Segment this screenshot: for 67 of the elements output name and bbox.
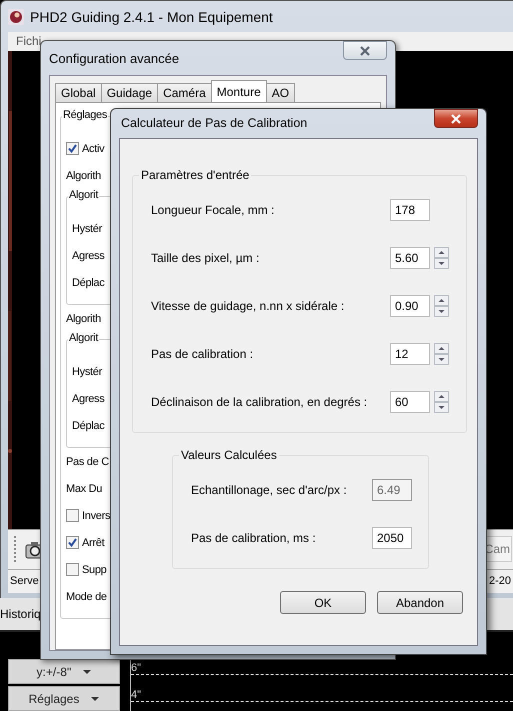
menu-item[interactable]: Fichi xyxy=(16,34,42,48)
input-field[interactable]: 60 xyxy=(390,391,430,413)
field-label: Algorith xyxy=(66,170,101,182)
input-field[interactable]: 12 xyxy=(390,343,430,365)
group-label: Valeurs Calculées xyxy=(179,448,279,462)
scale-dropdown[interactable]: y:+/-8'' xyxy=(8,659,120,684)
close-icon xyxy=(450,112,462,124)
checkbox[interactable] xyxy=(66,142,79,155)
checkbox-label: Arrêt xyxy=(82,536,104,548)
field-label: Longueur Focale, mm : xyxy=(151,203,276,217)
input-field[interactable]: 2050 xyxy=(372,527,412,549)
spinner-arrows-icon[interactable] xyxy=(434,391,449,413)
status-text: Serve xyxy=(10,575,39,588)
group-label: Algorit xyxy=(68,189,100,201)
checkbox[interactable] xyxy=(66,563,79,576)
field-label: Déclinaison de la calibration, en degrés : xyxy=(151,395,368,409)
spinner-arrows-icon[interactable] xyxy=(434,343,449,365)
field-label: Echantillonage, sec d'arc/px : xyxy=(191,483,348,497)
close-icon xyxy=(359,44,371,56)
checkbox-label: Invers xyxy=(82,510,110,522)
dialog-title: Calculateur de Pas de Calibration xyxy=(121,116,308,132)
app-icon xyxy=(8,8,24,25)
group-label: Algorit xyxy=(68,332,100,344)
window-title: PHD2 Guiding 2.4.1 - Mon Equipement xyxy=(30,8,273,25)
scale-dropdown[interactable]: Réglages xyxy=(8,686,120,711)
group-label: Réglages xyxy=(62,109,108,121)
checkbox[interactable] xyxy=(66,536,79,549)
axis-label: 4" xyxy=(131,689,142,701)
close-button[interactable] xyxy=(434,109,478,128)
field-label: Agress xyxy=(72,250,104,262)
input-field[interactable]: 0.90 xyxy=(390,295,430,317)
spinner-arrows-icon[interactable] xyxy=(434,295,449,317)
dialog-button[interactable]: Abandon xyxy=(377,591,463,614)
field-label: Hystér xyxy=(72,366,102,378)
tab[interactable]: Guidage xyxy=(100,83,158,102)
input-field[interactable]: 5.60 xyxy=(390,247,430,269)
field-label: Déplac xyxy=(72,420,104,432)
field-label: Pas de calibration : xyxy=(151,347,254,361)
checkbox[interactable] xyxy=(66,509,79,522)
tab[interactable]: AO xyxy=(266,83,296,102)
tab[interactable]: Caméra xyxy=(157,83,212,102)
tab[interactable]: Monture xyxy=(210,80,267,102)
caret-icon xyxy=(83,670,92,674)
checkbox-label: Supp xyxy=(82,564,106,576)
history-tab[interactable]: Historiq xyxy=(0,607,41,621)
dialog-title: Configuration avancée xyxy=(49,50,180,66)
field-label: Algorith xyxy=(66,312,101,324)
field-label: Taille des pixel, µm : xyxy=(151,251,260,265)
field-label: Pas de C xyxy=(66,456,109,468)
field-label: Mode de xyxy=(66,590,107,602)
close-button[interactable] xyxy=(343,41,387,60)
caret-icon xyxy=(91,696,100,700)
field-label: Vitesse de guidage, n.nn x sidérale : xyxy=(151,299,346,313)
toolbar-grip xyxy=(14,536,19,562)
field-label: Hystér xyxy=(72,222,102,234)
field-label: Agress xyxy=(72,392,104,404)
checkbox-label: Activ xyxy=(82,142,104,154)
input-field[interactable]: 178 xyxy=(390,199,430,221)
tab[interactable]: Global xyxy=(55,83,102,102)
field-label: Déplac xyxy=(72,276,104,288)
spinner-arrows-icon[interactable] xyxy=(434,247,449,269)
status-text: 2-20 xyxy=(488,575,511,588)
field-label: Pas de calibration, ms : xyxy=(191,531,317,545)
field-label: Max Du xyxy=(66,482,102,494)
group-label: Paramètres d'entrée xyxy=(139,168,252,182)
axis-label: 6" xyxy=(131,662,142,674)
dialog-button[interactable]: OK xyxy=(280,591,366,614)
